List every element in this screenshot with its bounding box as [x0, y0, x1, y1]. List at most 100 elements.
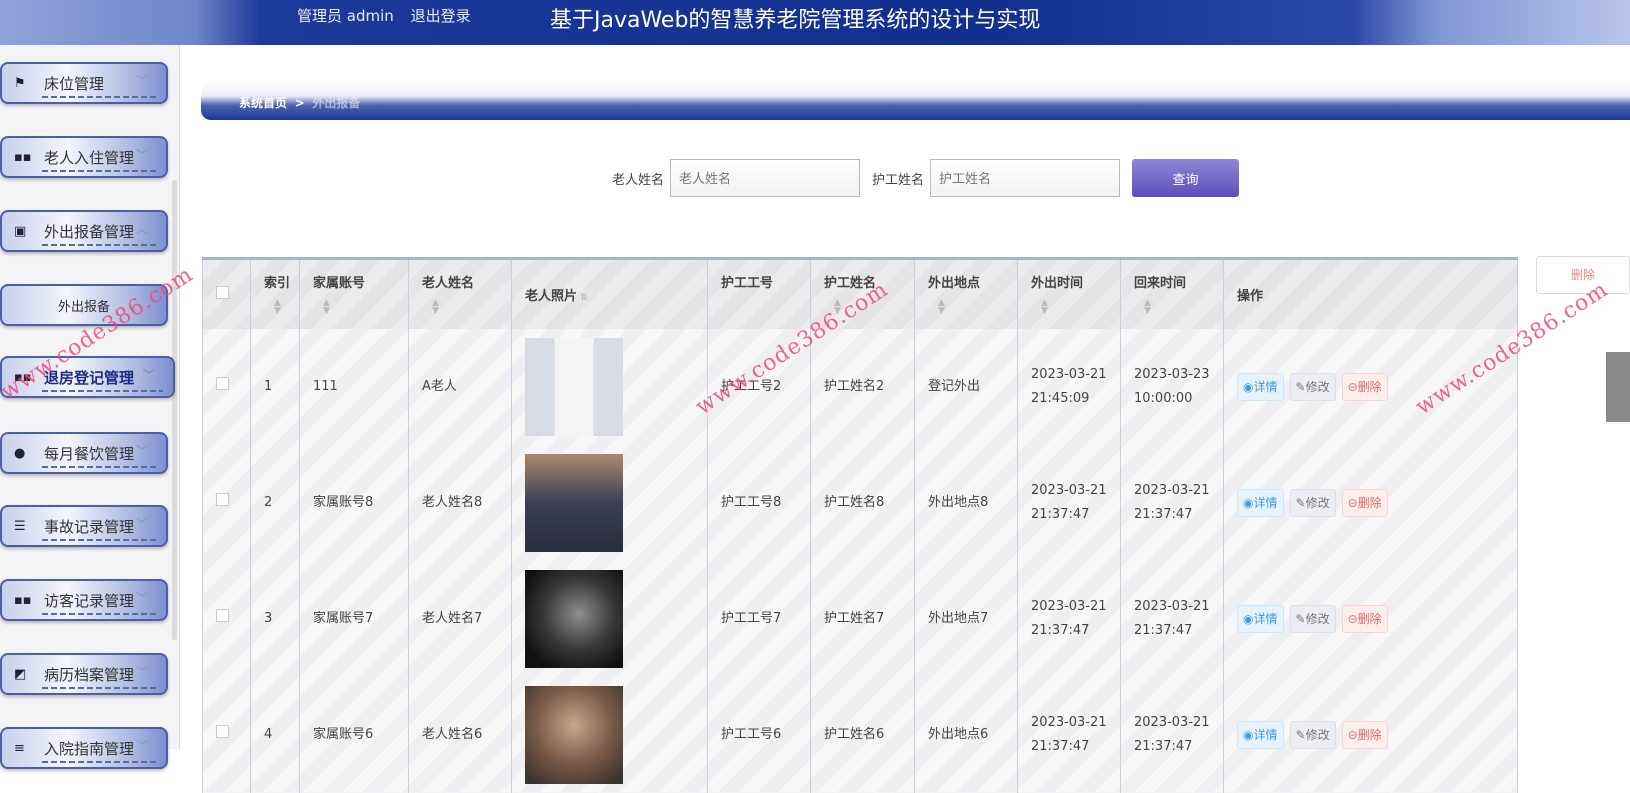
sidebar-item-0[interactable]: ⚑ 床位管理 ﹀ — [0, 62, 168, 104]
cell-place: 外出地点6 — [914, 676, 1018, 793]
delete-button[interactable]: ⊝删除 — [1341, 488, 1388, 517]
row-checkbox[interactable] — [216, 608, 229, 622]
table-row: 1 111 A老人 护工工号2 护工姓名2 登记外出 2023-03-21 21… — [202, 328, 1518, 445]
cell-nurse-id: 护工工号8 — [707, 444, 811, 561]
elder-photo[interactable] — [525, 569, 623, 668]
delete-button[interactable]: ⊝删除 — [1341, 720, 1388, 749]
sort-icon[interactable]: ▲ ▼ — [422, 299, 511, 316]
elder-photo[interactable] — [525, 337, 623, 436]
chevron-down-icon: ﹀ — [135, 739, 148, 753]
cell-nurse-id: 护工工号7 — [707, 560, 811, 677]
nurse-name-label: 护工姓名 — [872, 172, 925, 188]
flag-icon: ⚑ — [14, 75, 26, 91]
breadcrumb-home[interactable]: 系统首页 — [239, 96, 287, 110]
sidebar-item-5[interactable]: ● 每月餐饮管理 ﹀ — [0, 432, 168, 474]
chart-icon: ◩ — [14, 666, 27, 682]
column-header[interactable]: 老人照片 ⇅ — [511, 258, 708, 329]
column-header[interactable]: 外出时间 ▲ ▼ — [1017, 258, 1121, 329]
sort-icon[interactable]: ▲ ▼ — [264, 299, 299, 316]
page-scrollbar[interactable] — [1606, 352, 1630, 422]
sidebar-item-label: 访客记录管理 — [44, 591, 135, 610]
cell-elder-name: 老人姓名6 — [408, 676, 512, 793]
chevron-down-icon: ﹀ — [135, 517, 148, 531]
top-header: 管理员 admin 退出登录 基于JavaWeb的智慧养老院管理系统的设计与实现 — [0, 0, 1630, 45]
detail-button[interactable]: ◉详情 — [1237, 604, 1284, 633]
column-header[interactable]: 回来时间 ▲ ▼ — [1120, 258, 1224, 329]
chevron-up-icon: ︿ — [135, 222, 148, 236]
sidebar-item-6[interactable]: ☰ 事故记录管理 ﹀ — [0, 505, 168, 547]
sidebar-item-1[interactable]: ▪▪ 老人入住管理 ﹀ — [0, 136, 168, 178]
detail-button[interactable]: ◉详情 — [1237, 372, 1284, 401]
cell-family-account: 家属账号8 — [299, 444, 409, 561]
sort-icon[interactable]: ▲ ▼ — [1134, 299, 1223, 316]
delete-button[interactable]: ⊝删除 — [1341, 604, 1388, 633]
detail-button[interactable]: ◉详情 — [1237, 488, 1284, 517]
bulb-icon: ● — [14, 445, 26, 461]
cell-index: 3 — [250, 560, 300, 677]
column-header: 护工工号 — [707, 258, 811, 329]
clipboard-icon: ▣ — [14, 223, 27, 239]
elder-name-input[interactable] — [670, 159, 861, 197]
sidebar-item-label: 外出报备 — [57, 299, 110, 315]
nurse-name-input[interactable] — [930, 159, 1121, 197]
column-header[interactable]: 家属账号 ▲ ▼ — [299, 258, 409, 329]
sidebar-item-9[interactable]: ≡ 入院指南管理 ﹀ — [0, 727, 168, 769]
detail-button[interactable]: ◉详情 — [1237, 720, 1284, 749]
cell-back-time: 2023-03-21 21:37:47 — [1120, 444, 1224, 561]
edit-button[interactable]: ✎修改 — [1289, 488, 1336, 517]
cell-nurse-id: 护工工号6 — [707, 676, 811, 793]
sidebar-item-7[interactable]: ▪▪ 访客记录管理 ﹀ — [0, 579, 168, 621]
column-header-label: 回来时间 — [1134, 276, 1187, 291]
edit-button[interactable]: ✎修改 — [1289, 720, 1336, 749]
column-header: 操作 — [1223, 258, 1518, 329]
row-checkbox[interactable] — [216, 376, 229, 390]
sort-icon[interactable]: ▲ ▼ — [313, 299, 408, 316]
system-title: 基于JavaWeb的智慧养老院管理系统的设计与实现 — [550, 8, 1041, 33]
column-header-label: 外出时间 — [1031, 276, 1084, 291]
search-bar: 老人姓名 护工姓名 查询 — [612, 159, 1240, 197]
select-all-checkbox[interactable] — [216, 285, 229, 299]
sidebar-item-8[interactable]: ◩ 病历档案管理 ﹀ — [0, 653, 168, 695]
column-header[interactable]: 老人姓名 ▲ ▼ — [408, 258, 512, 329]
logout-link[interactable]: 退出登录 — [411, 7, 471, 25]
chevron-down-icon: ﹀ — [142, 368, 155, 382]
query-button[interactable]: 查询 — [1132, 159, 1240, 197]
column-header-label: 老人姓名 — [422, 276, 475, 291]
sort-icon[interactable]: ▲ ▼ — [928, 299, 1017, 316]
breadcrumb-sep: > — [294, 96, 305, 110]
cell-nurse-name: 护工姓名6 — [810, 676, 915, 793]
chevron-down-icon: ﹀ — [135, 148, 148, 162]
column-header[interactable]: 索引 ▲ ▼ — [250, 258, 300, 329]
row-checkbox[interactable] — [216, 492, 229, 506]
edit-button[interactable]: ✎修改 — [1289, 372, 1336, 401]
sort-icon[interactable]: ⇅ — [577, 293, 588, 303]
sidebar-item-2[interactable]: ▣ 外出报备管理 ︿ — [0, 210, 168, 252]
column-header-label: 老人照片 — [525, 288, 578, 304]
sort-icon[interactable]: ▲ ▼ — [1031, 299, 1120, 316]
row-checkbox[interactable] — [216, 724, 229, 738]
user-info: 管理员 admin 退出登录 — [297, 5, 483, 26]
cell-out-time: 2023-03-21 21:37:47 — [1017, 444, 1121, 561]
column-header[interactable]: 外出地点 ▲ ▼ — [914, 258, 1018, 329]
cell-back-time: 2023-03-21 21:37:47 — [1120, 560, 1224, 677]
column-header-label: 操作 — [1237, 288, 1264, 304]
sidebar: ⚑ 床位管理 ﹀ ▪▪ 老人入住管理 ﹀ ▣ 外出报备管理 ︿ 外出报备 ▪▪ 退房登记管理 ﹀ ● 每月餐… — [0, 45, 180, 769]
edit-button[interactable]: ✎修改 — [1289, 604, 1336, 633]
cell-nurse-name: 护工姓名8 — [810, 444, 915, 561]
cell-nurse-name: 护工姓名2 — [810, 328, 915, 445]
elder-photo[interactable] — [525, 685, 623, 784]
cell-family-account: 家属账号6 — [299, 676, 409, 793]
column-header-label: 外出地点 — [928, 276, 981, 291]
cell-out-time: 2023-03-21 21:37:47 — [1017, 676, 1121, 793]
breadcrumb: 系统首页 > 外出报备 — [201, 83, 1630, 120]
cell-out-time: 2023-03-21 21:37:47 — [1017, 560, 1121, 677]
select-all-header — [202, 258, 251, 329]
sidebar-scrollbar[interactable] — [172, 180, 177, 640]
elder-photo[interactable] — [525, 453, 623, 552]
chevron-down-icon: ﹀ — [135, 591, 148, 605]
sidebar-item-label: 外出报备管理 — [44, 222, 135, 241]
cell-index: 2 — [250, 444, 300, 561]
cell-elder-name: 老人姓名8 — [408, 444, 512, 561]
delete-button[interactable]: ⊝删除 — [1341, 372, 1388, 401]
elder-name-label: 老人姓名 — [612, 172, 665, 188]
